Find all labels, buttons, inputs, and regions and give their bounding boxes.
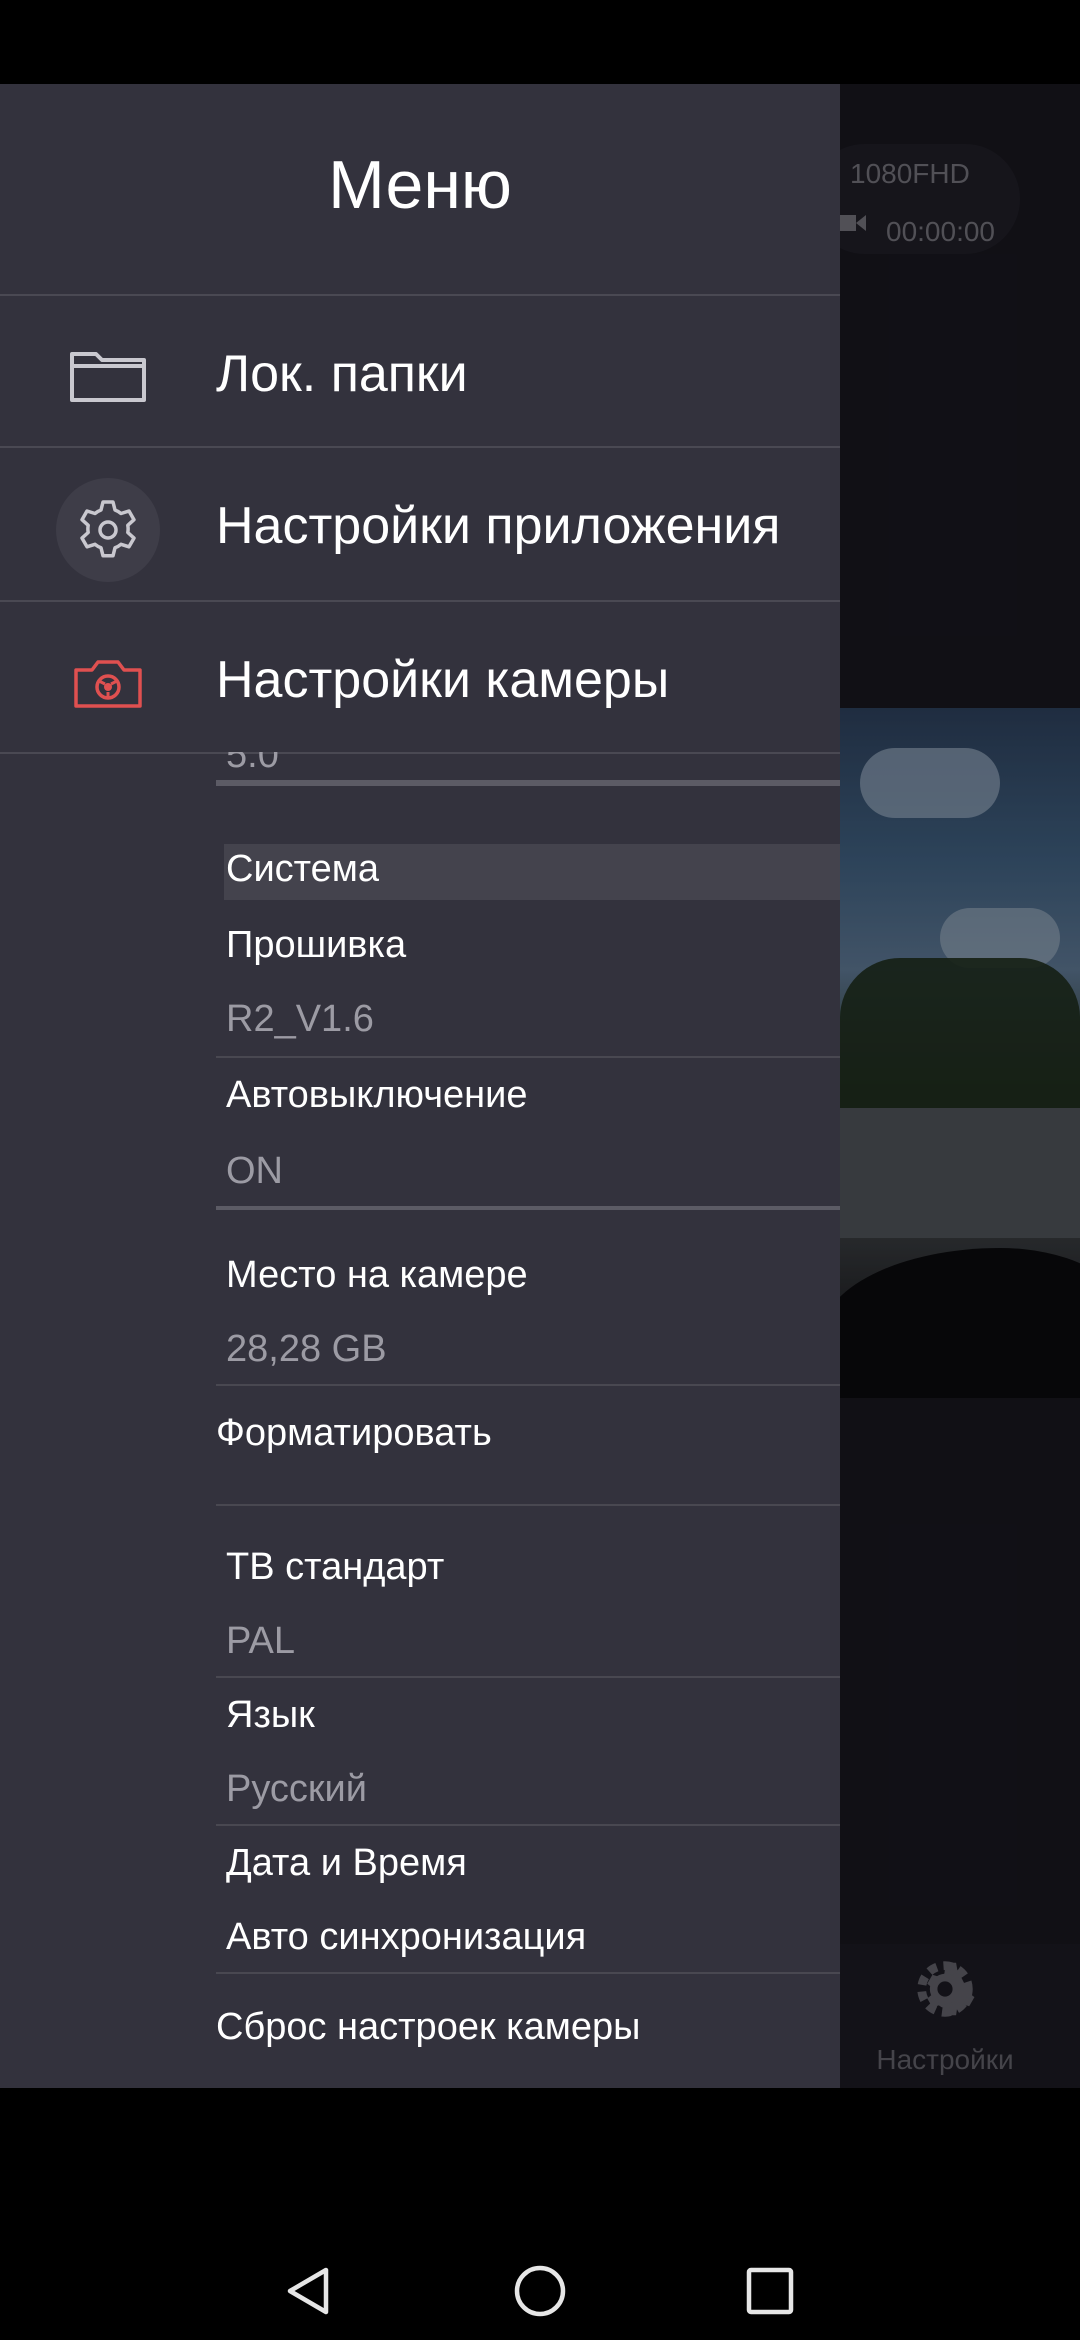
setting-title: Автовыключение bbox=[226, 1074, 528, 1116]
divider bbox=[216, 1676, 840, 1678]
setting-value: Русский bbox=[226, 1768, 367, 1810]
back-icon[interactable] bbox=[274, 2256, 344, 2326]
section-divider bbox=[216, 1206, 840, 1210]
format-button[interactable]: Форматировать bbox=[216, 1412, 492, 1455]
setting-value: ON bbox=[226, 1150, 283, 1192]
setting-value: Авто синхронизация bbox=[226, 1916, 587, 1958]
setting-title: Место на камере bbox=[226, 1254, 528, 1296]
record-time: 00:00:00 bbox=[886, 216, 995, 247]
setting-title: Язык bbox=[226, 1694, 315, 1736]
gear-icon bbox=[56, 478, 160, 582]
divider bbox=[0, 752, 840, 754]
menu-item-label: Лок. папки bbox=[216, 345, 468, 403]
gear-icon[interactable] bbox=[910, 1954, 980, 2024]
menu-item-local-folders[interactable]: Лок. папки bbox=[0, 296, 840, 446]
system-nav-bar bbox=[0, 2088, 1080, 2340]
section-divider bbox=[216, 780, 840, 786]
menu-item-label: Настройки камеры bbox=[216, 651, 670, 709]
recents-icon[interactable] bbox=[735, 2256, 805, 2326]
section-header-system: Система bbox=[226, 848, 380, 890]
setting-title: ТВ стандарт bbox=[226, 1546, 445, 1588]
home-icon[interactable] bbox=[505, 2256, 575, 2326]
camera-icon bbox=[74, 660, 142, 708]
setting-value: R2_V1.6 bbox=[226, 998, 374, 1040]
video-camera-icon bbox=[836, 215, 866, 231]
menu-item-app-settings[interactable]: Настройки приложения bbox=[0, 448, 840, 598]
setting-title: Прошивка bbox=[226, 924, 407, 966]
setting-title: Дата и Время bbox=[226, 1842, 467, 1884]
divider bbox=[216, 1972, 840, 1974]
reset-camera-settings-button[interactable]: Сброс настроек камеры bbox=[216, 2006, 640, 2049]
folder-icon bbox=[70, 352, 146, 402]
navigation-drawer: Меню Лок. папки Настройки приложения Нас… bbox=[0, 84, 840, 2088]
divider bbox=[216, 1504, 840, 1506]
menu-item-camera-settings[interactable]: Настройки камеры bbox=[0, 602, 840, 752]
preview-trees bbox=[840, 958, 1080, 1108]
status-bar bbox=[0, 0, 1080, 84]
setting-value: PAL bbox=[226, 1620, 296, 1662]
drawer-title: Меню bbox=[328, 147, 512, 223]
preview-road bbox=[840, 1108, 1080, 1238]
preview-hood bbox=[820, 1248, 1080, 1398]
divider bbox=[216, 1056, 840, 1058]
resolution-label: 1080FHD bbox=[850, 158, 970, 189]
divider bbox=[216, 1384, 840, 1386]
preview-cloud bbox=[860, 748, 1000, 818]
divider bbox=[216, 1824, 840, 1826]
camera-settings-list[interactable]: 5.0 Система Прошивка R2_V1.6 Автовыключе… bbox=[0, 752, 840, 2088]
setting-value: 28,28 GB bbox=[226, 1328, 387, 1370]
bottom-nav-settings-label: Настройки bbox=[876, 2044, 1014, 2075]
menu-item-label: Настройки приложения bbox=[216, 497, 781, 555]
